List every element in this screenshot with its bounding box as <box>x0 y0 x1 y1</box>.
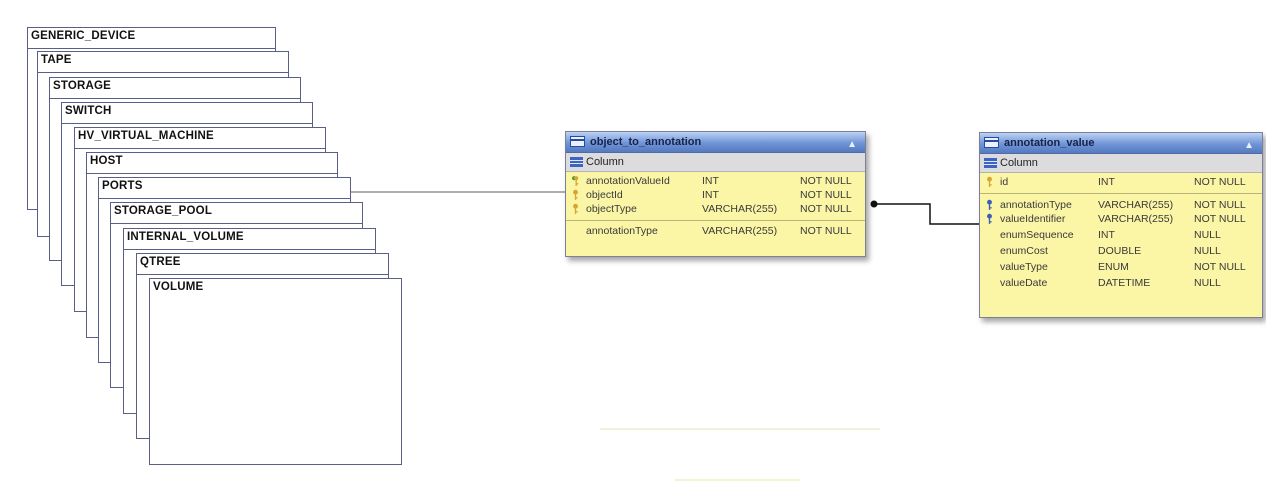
column-type: VARCHAR(255) <box>702 225 778 237</box>
key-separator <box>566 220 865 221</box>
column-row[interactable]: objectId INT NOT NULL <box>566 188 865 202</box>
column-nullability: NULL <box>1194 245 1221 257</box>
column-type: DOUBLE <box>1098 245 1142 257</box>
collapse-icon[interactable]: ▲ <box>847 135 857 155</box>
entity-header[interactable]: annotation_value ▲ <box>980 133 1262 154</box>
column-nullability: NOT NULL <box>1194 199 1246 211</box>
primary-foreign-key-icon <box>572 176 579 186</box>
column-type: INT <box>702 175 719 187</box>
foreign-key-icon <box>987 213 992 224</box>
entity-object-to-annotation[interactable]: object_to_annotation ▲ Column annotation… <box>565 131 866 257</box>
table-icon <box>570 136 585 147</box>
column-name: objectId <box>586 189 623 201</box>
column-row[interactable]: enumCost DOUBLE NULL <box>980 244 1262 258</box>
column-row[interactable]: valueIdentifier VARCHAR(255) NOT NULL <box>980 212 1262 226</box>
column-name: objectType <box>586 203 637 215</box>
column-row[interactable]: valueType ENUM NOT NULL <box>980 260 1262 274</box>
primary-key-icon <box>573 189 578 200</box>
column-subheader-label: Column <box>586 156 624 168</box>
entity-annotation-value[interactable]: annotation_value ▲ Column id INT NOT NUL… <box>979 132 1263 318</box>
column-nullability: NULL <box>1194 277 1221 289</box>
foreign-key-icon <box>987 199 992 210</box>
column-name: annotationType <box>586 225 658 237</box>
column-row[interactable]: enumSequence INT NULL <box>980 228 1262 242</box>
primary-key-icon <box>573 203 578 214</box>
column-nullability: NOT NULL <box>1194 213 1246 225</box>
column-type: VARCHAR(255) <box>1098 213 1174 225</box>
column-type: VARCHAR(255) <box>1098 199 1174 211</box>
column-row[interactable]: valueDate DATETIME NULL <box>980 276 1262 290</box>
column-row[interactable]: annotationValueId INT NOT NULL <box>566 174 865 188</box>
column-type: INT <box>1098 176 1115 188</box>
column-row[interactable]: id INT NOT NULL <box>980 175 1262 189</box>
relationship-endpoint-dot <box>870 200 878 208</box>
column-type: INT <box>702 189 719 201</box>
primary-key-icon <box>987 176 992 187</box>
column-type: VARCHAR(255) <box>702 203 778 215</box>
column-row[interactable]: objectType VARCHAR(255) NOT NULL <box>566 202 865 216</box>
column-subheader: Column <box>566 153 865 172</box>
column-row[interactable]: annotationType VARCHAR(255) NOT NULL <box>980 198 1262 212</box>
key-separator <box>980 193 1262 194</box>
column-name: valueType <box>1000 261 1048 273</box>
column-type: INT <box>1098 229 1115 241</box>
column-name: id <box>1000 176 1009 188</box>
column-name: enumSequence <box>1000 229 1074 241</box>
column-type: DATETIME <box>1098 277 1151 289</box>
faint-artifact-line <box>600 428 880 430</box>
column-nullability: NOT NULL <box>800 175 852 187</box>
column-row[interactable]: annotationType VARCHAR(255) NOT NULL <box>566 224 865 238</box>
column-name: valueDate <box>1000 277 1048 289</box>
column-name: enumCost <box>1000 245 1048 257</box>
faint-artifact-line <box>675 479 800 481</box>
column-nullability: NOT NULL <box>1194 176 1246 188</box>
column-nullability: NOT NULL <box>800 189 852 201</box>
column-nullability: NOT NULL <box>1194 261 1246 273</box>
column-nullability: NOT NULL <box>800 203 852 215</box>
table-icon <box>984 137 999 148</box>
object-to-annotation-value-line <box>874 203 986 225</box>
column-icon <box>570 157 583 167</box>
column-type: ENUM <box>1098 261 1129 273</box>
entity-header[interactable]: object_to_annotation ▲ <box>566 132 865 153</box>
entity-title: annotation_value <box>1004 137 1095 149</box>
column-name: annotationType <box>1000 199 1072 211</box>
collapse-icon[interactable]: ▲ <box>1244 136 1254 156</box>
column-name: valueIdentifier <box>1000 213 1066 225</box>
column-icon <box>984 158 997 168</box>
column-name: annotationValueId <box>586 175 670 187</box>
column-subheader: Column <box>980 154 1262 173</box>
column-subheader-label: Column <box>1000 157 1038 169</box>
column-nullability: NOT NULL <box>800 225 852 237</box>
column-nullability: NULL <box>1194 229 1221 241</box>
entity-title: object_to_annotation <box>590 136 702 148</box>
